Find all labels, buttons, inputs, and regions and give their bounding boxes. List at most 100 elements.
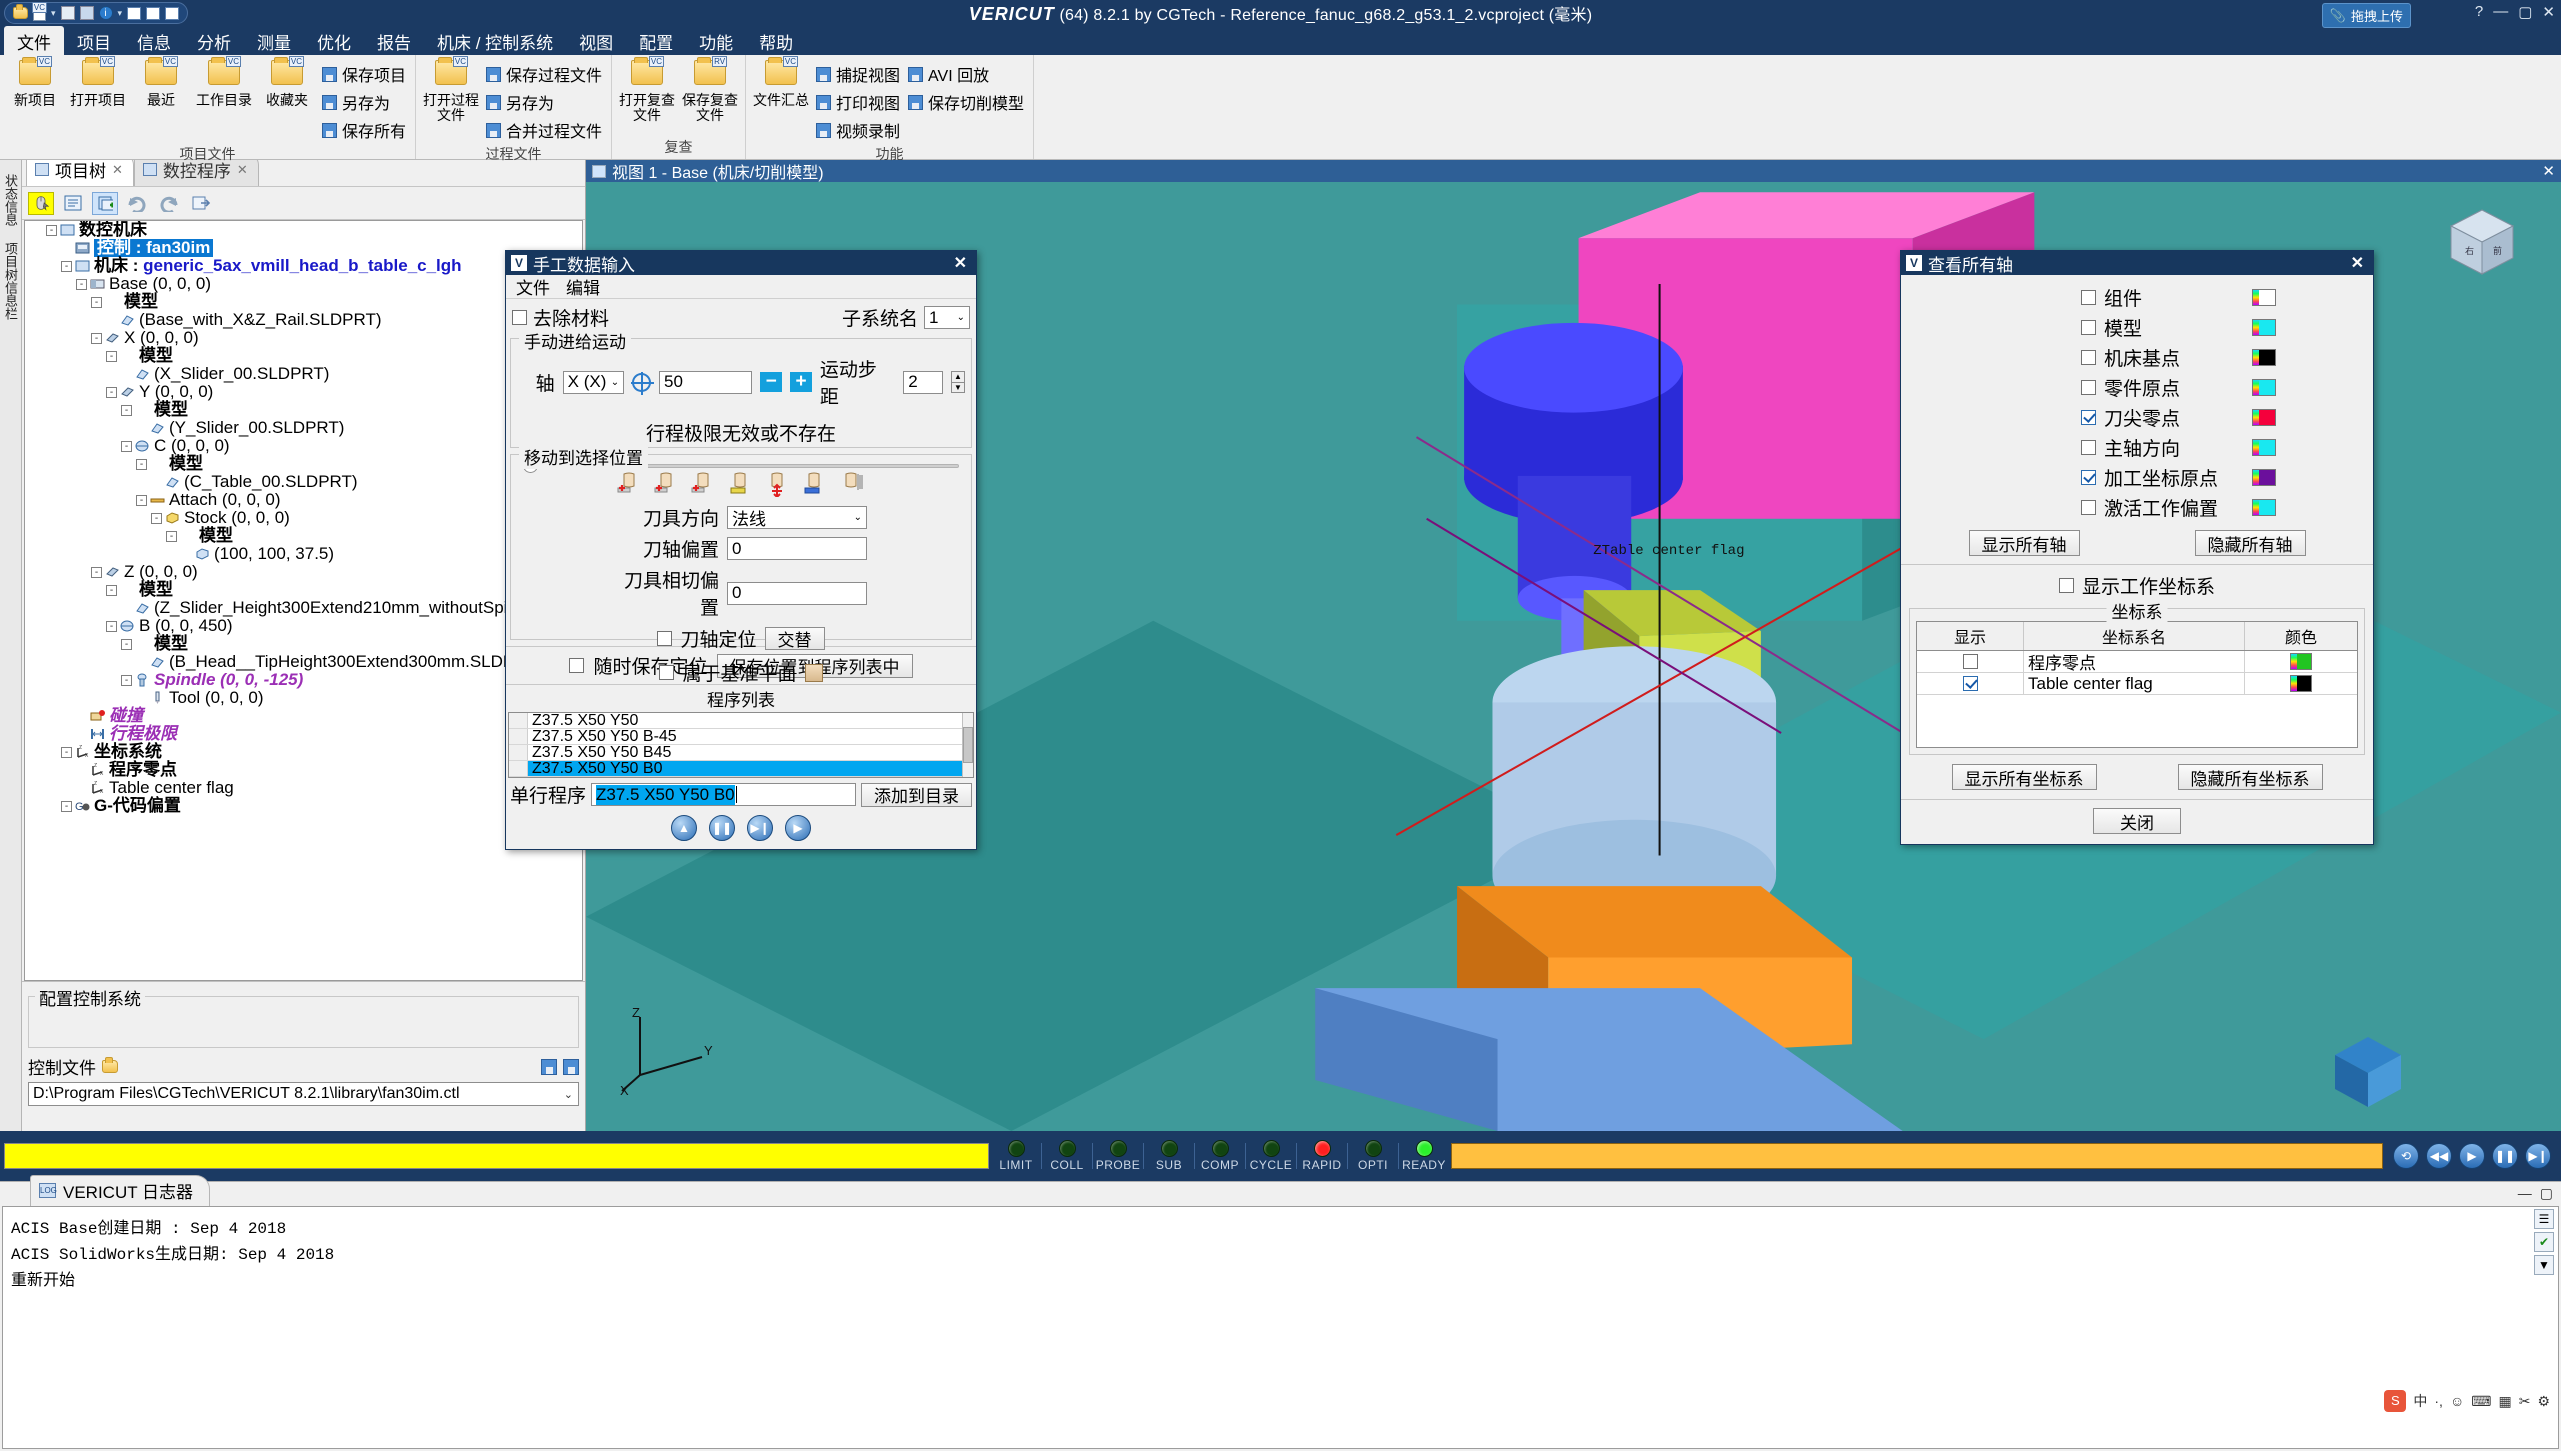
position-input[interactable]: 50 — [659, 370, 753, 394]
log-minimize-button[interactable]: — — [2518, 1185, 2532, 1202]
alternate-button[interactable]: 交替 — [764, 627, 825, 650]
add-component-icon[interactable] — [92, 191, 118, 215]
ime-mode-icon[interactable]: 中 — [2413, 1391, 2427, 1411]
axis-item-5[interactable]: 主轴方向 — [1901, 434, 2373, 461]
menu-2[interactable]: 信息 — [124, 26, 184, 55]
pause-button[interactable]: ❚❚ — [2492, 1143, 2518, 1169]
axis-color-swatch-3[interactable] — [2252, 379, 2276, 396]
quick-access-toolbar[interactable]: VC ▾ i ▾ — [4, 1, 189, 24]
tree-toggle-29[interactable]: - — [61, 746, 72, 758]
tree-node-8[interactable]: (X_Slider_00.SLDPRT) — [25, 365, 582, 383]
tree-toggle-12[interactable]: - — [121, 440, 132, 452]
log-maximize-button[interactable]: ▢ — [2540, 1185, 2553, 1202]
show-all-axes-button[interactable]: 显示所有轴 — [1968, 530, 2080, 556]
step-button[interactable]: ▶❙ — [2525, 1143, 2551, 1169]
datum-plane-checkbox[interactable] — [659, 665, 675, 680]
decrement-button[interactable]: − — [760, 372, 783, 392]
menu-5[interactable]: 优化 — [304, 26, 364, 55]
tree-toggle-17[interactable]: - — [166, 530, 177, 542]
save-cut-model-icon[interactable]: 保存切削模型 — [905, 88, 1029, 116]
tree-toggle-10[interactable]: - — [121, 404, 132, 416]
ime-scissors-icon[interactable]: ✂ — [2519, 1393, 2531, 1410]
save-as-icon[interactable]: 另存为 — [319, 88, 411, 116]
tree-node-13[interactable]: - 模型 — [25, 455, 582, 473]
tool-tangent-offset-input[interactable]: 0 — [727, 581, 867, 605]
goto-target-icon[interactable] — [631, 371, 655, 395]
tree-node-30[interactable]: Z X 程序零点 — [25, 761, 582, 779]
tree-node-20[interactable]: - 模型 — [25, 581, 582, 599]
move-to-circle-icon[interactable] — [689, 471, 719, 497]
move-to-face-icon[interactable] — [726, 471, 756, 497]
export-icon[interactable] — [188, 190, 214, 216]
tree-node-32[interactable]: - G G-代码偏置 — [25, 797, 582, 815]
mdi-menu-file[interactable]: 文件 — [516, 274, 550, 299]
tree-toggle-7[interactable]: - — [106, 350, 117, 362]
log-filter-icon[interactable]: ▼ — [2534, 1255, 2554, 1275]
save-review-icon[interactable]: RV 保存复查文件 — [679, 56, 741, 124]
vertical-tab-0[interactable]: 状态信息 — [0, 166, 22, 234]
tree-node-16[interactable]: - Stock (0, 0, 0) — [25, 509, 582, 527]
tree-node-1[interactable]: 控制 : fan30im — [25, 239, 582, 257]
remove-material-checkbox[interactable] — [512, 310, 527, 325]
tree-toggle-13[interactable]: - — [136, 458, 147, 470]
tree-node-12[interactable]: - C (0, 0, 0) — [25, 437, 582, 455]
move-to-xyz-icon[interactable] — [763, 471, 793, 497]
menu-8[interactable]: 视图 — [566, 26, 626, 55]
step-input[interactable]: 2 — [903, 370, 943, 394]
csys-row-0[interactable]: 程序零点 — [1917, 651, 2357, 673]
tree-node-24[interactable]: (B_Head__TipHeight300Extend300mm.SLDPRT) — [25, 653, 582, 671]
menu-3[interactable]: 分析 — [184, 26, 244, 55]
tree-toggle-16[interactable]: - — [151, 512, 162, 524]
tree-node-25[interactable]: - Spindle (0, 0, -125) — [25, 671, 582, 689]
ime-punct-icon[interactable]: ·, — [2434, 1393, 2443, 1409]
step-button[interactable]: ▶❙ — [747, 815, 773, 841]
ime-toolbar[interactable]: S 中 ·, ☺ ⌨ ▦ ✂ ⚙ — [2384, 1390, 2550, 1412]
axes-show-hide-row[interactable]: 显示所有轴 隐藏所有轴 — [1901, 526, 2373, 564]
tree-toggle-6[interactable]: - — [91, 332, 102, 344]
play-button[interactable]: ▶ — [2459, 1143, 2485, 1169]
show-wcs-checkbox[interactable] — [2058, 578, 2074, 593]
axes-close-button[interactable]: ✕ — [2347, 253, 2368, 273]
axis-color-swatch-4[interactable] — [2252, 409, 2276, 426]
chevron-down-icon[interactable]: ▾ — [51, 8, 56, 19]
chevron-down-icon[interactable]: ⌄ — [564, 1088, 573, 1101]
axis-color-swatch-2[interactable] — [2252, 349, 2276, 366]
menu-6[interactable]: 报告 — [364, 26, 424, 55]
ime-panel-icon[interactable]: ▦ — [2498, 1393, 2511, 1410]
project-tree[interactable]: - 数控机床 控制 : fan30im - 机床 : generic_5ax_vmill… — [24, 220, 583, 981]
video-record-icon[interactable]: 视频录制 — [813, 116, 905, 144]
increment-button[interactable]: + — [790, 372, 812, 392]
close-button[interactable]: ✕ — [2542, 3, 2555, 21]
tree-node-6[interactable]: - X (0, 0, 0) — [25, 329, 582, 347]
tree-toggle-22[interactable]: - — [106, 620, 117, 632]
mouse-config-icon[interactable] — [28, 191, 54, 215]
recent-icon[interactable]: VC 最近 — [130, 56, 192, 110]
axis-item-2[interactable]: 机床基点 — [1901, 344, 2373, 371]
axis-color-swatch-1[interactable] — [2252, 319, 2276, 336]
info-icon[interactable]: i — [98, 6, 113, 20]
avi-playback-icon[interactable]: AVI 回放 — [905, 60, 1029, 88]
axis-checkbox-5[interactable] — [2081, 440, 2096, 455]
tree-node-15[interactable]: - Attach (0, 0, 0) — [25, 491, 582, 509]
mdi-action-buttons[interactable]: ▲ ❚❚ ▶❙ ▶ — [506, 811, 976, 849]
axis-select[interactable]: X (X) ⌄ — [562, 370, 625, 394]
log-list-icon[interactable]: ☰ — [2534, 1209, 2554, 1229]
ime-logo-icon[interactable]: S — [2384, 1390, 2407, 1412]
view-orientation-cube[interactable]: 右 前 — [2443, 204, 2521, 282]
tree-node-10[interactable]: - 模型 — [25, 401, 582, 419]
tree-toolbar[interactable] — [22, 186, 585, 220]
tree-toggle-0[interactable]: - — [46, 224, 57, 236]
move-to-edge-icon[interactable] — [652, 471, 682, 497]
print-view-icon[interactable]: 打印视图 — [813, 88, 905, 116]
tool-axis-offset-input[interactable]: 0 — [727, 537, 867, 560]
csys-show-hide-row[interactable]: 显示所有坐标系 隐藏所有坐标系 — [1901, 755, 2373, 799]
tree-node-4[interactable]: - 模型 — [25, 293, 582, 311]
log-tabs[interactable]: LOG VERICUT 日志器 — ▢ — [0, 1175, 2561, 1206]
tree-toggle-32[interactable]: - — [61, 800, 72, 812]
tree-toggle-20[interactable]: - — [106, 584, 117, 596]
log-window-controls[interactable]: — ▢ — [2518, 1185, 2553, 1202]
axis-item-1[interactable]: 模型 — [1901, 314, 2373, 341]
axis-checkbox-7[interactable] — [2081, 500, 2096, 515]
tree-node-31[interactable]: Z X Table center flag — [25, 779, 582, 797]
axis-color-swatch-5[interactable] — [2252, 439, 2276, 456]
